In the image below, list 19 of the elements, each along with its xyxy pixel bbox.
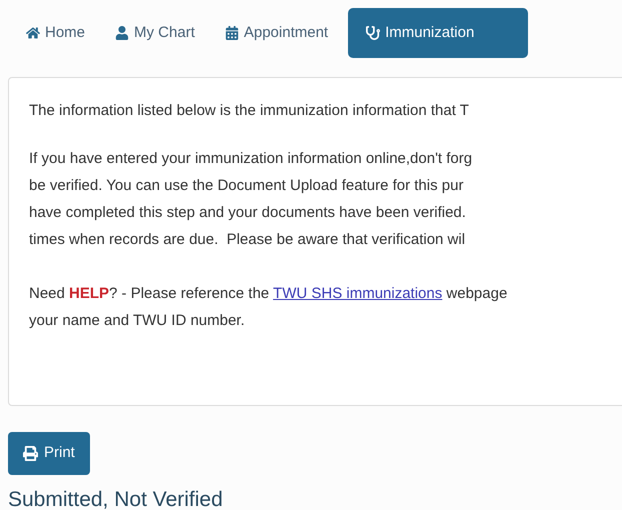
info-text: have completed this step and your documents have been verified. xyxy=(29,203,467,223)
print-button[interactable]: Print xyxy=(8,432,90,475)
home-icon xyxy=(26,26,40,40)
nav-tab[interactable]: Immunization xyxy=(348,8,528,58)
nav-tab[interactable]: Appointment xyxy=(214,8,338,58)
section-heading: Submitted, Not Verified xyxy=(8,487,224,510)
user-icon xyxy=(115,26,130,40)
help-text: Need HELP? - Please reference the TWU SHS immunizations webpage xyxy=(29,284,508,304)
nav-tab[interactable]: Home xyxy=(16,8,96,58)
stethoscope-icon xyxy=(366,26,380,40)
calendar-icon xyxy=(224,26,239,40)
info-text: be verified. You can use the Document Upload feature for this pur xyxy=(29,176,464,196)
print-icon xyxy=(23,446,38,461)
help-text: your name and TWU ID number. xyxy=(29,311,246,331)
info-text: The information listed below is the immunization information that T xyxy=(29,101,470,121)
info-text: If you have entered your immunization information online,don't forg xyxy=(29,149,474,169)
nav-tab[interactable]: My Chart xyxy=(105,8,205,58)
immunizations-link[interactable]: TWU SHS immunizations xyxy=(273,285,442,302)
info-text: times when records are due. Please be aware that verification wil xyxy=(29,230,466,250)
